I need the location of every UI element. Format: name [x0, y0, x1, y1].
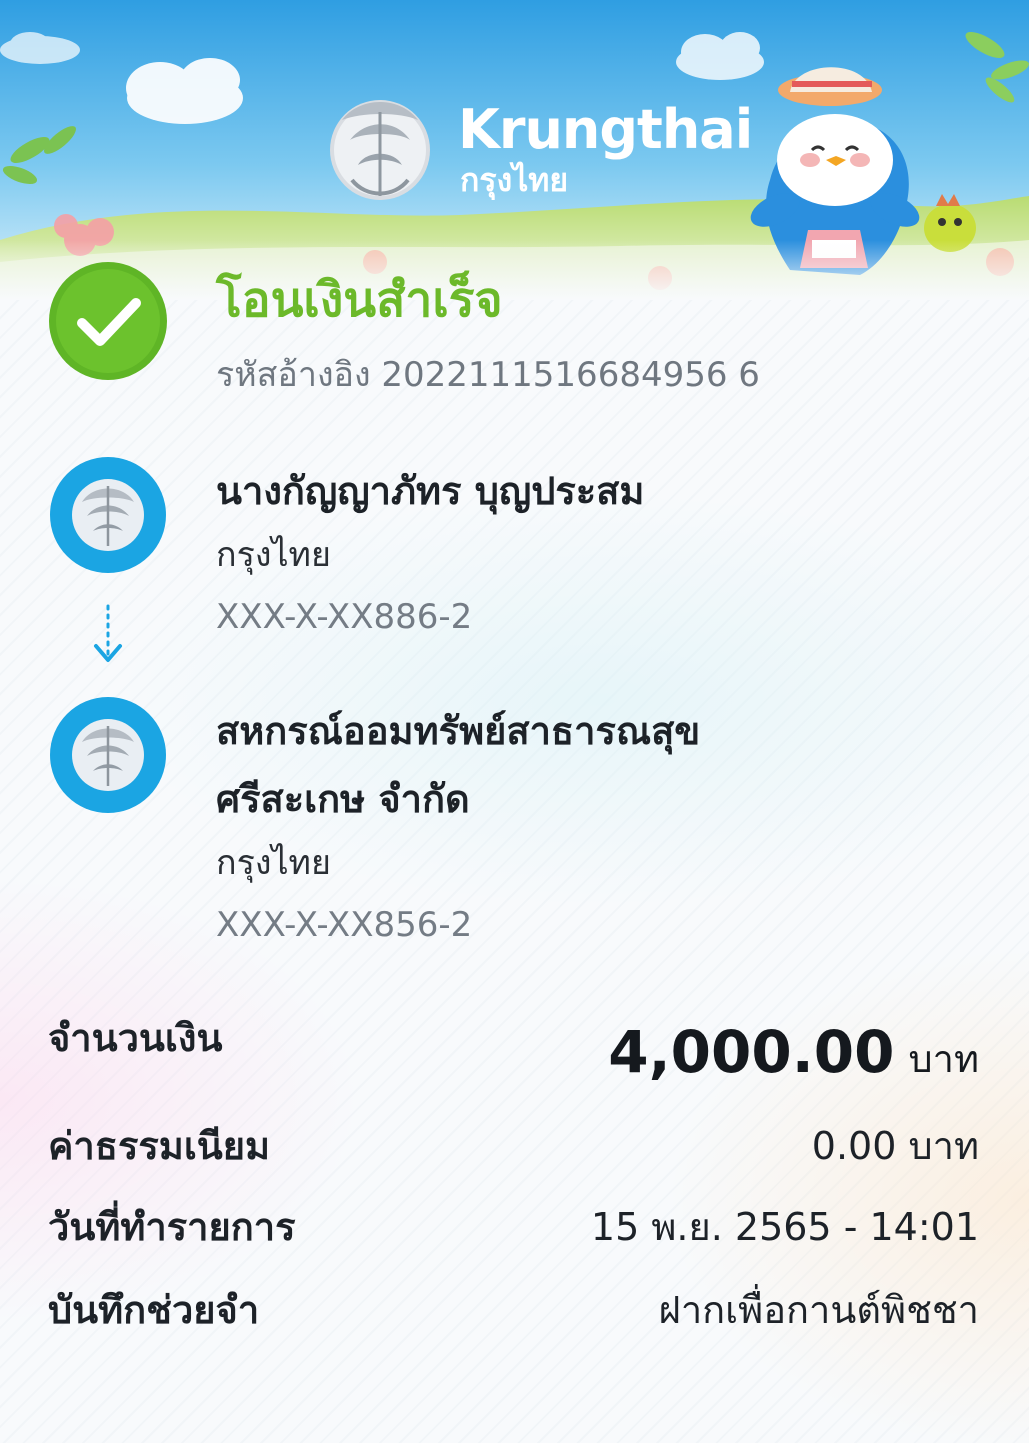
check-circle-icon [49, 262, 167, 380]
amount-unit: บาท [908, 1037, 979, 1081]
sender-bank-logo-icon [50, 457, 166, 573]
brand-name-th: กรุงไทย [460, 161, 569, 199]
date-value: 15 พ.ย. 2565 - 14:01 [590, 1205, 979, 1249]
sender-bank: กรุงไทย [216, 535, 331, 575]
sender-account: XXX-X-XX886-2 [216, 597, 473, 637]
amount-number: 4,000.00 [608, 1018, 895, 1086]
memo-value: ฝากเพื่อกานต์พิชชา [658, 1288, 979, 1332]
reference-number: 2022111516684956 6 [381, 355, 760, 395]
receiver-bank: กรุงไทย [216, 843, 331, 883]
receiver-name-line1: สหกรณ์ออมทรัพย์สาธารณสุข [216, 709, 701, 753]
sender-name: นางกัญญาภัทร บุญประสม [216, 469, 645, 513]
amount-value: 4,000.00 บาท [608, 1014, 979, 1097]
receiver-bank-logo-icon [50, 697, 166, 813]
fee-label: ค่าธรรมเนียม [48, 1124, 271, 1168]
arrow-down-icon [94, 604, 122, 662]
receiver-name-line2: ศรีสะเกษ จำกัด [216, 777, 470, 821]
brand-name-en: Krungthai [458, 98, 753, 161]
header-banner: Krungthai กรุงไทย [0, 0, 1029, 300]
reference-line: รหัสอ้างอิง 2022111516684956 6 [216, 352, 760, 398]
amount-label: จำนวนเงิน [48, 1016, 223, 1060]
transfer-slip: Krungthai กรุงไทย โอนเงินสำเร็จ รหัสอ้าง… [0, 0, 1029, 1443]
fee-value: 0.00 บาท [811, 1124, 979, 1168]
krungthai-phoenix-logo [330, 100, 430, 200]
receiver-account: XXX-X-XX856-2 [216, 905, 473, 945]
status-title: โอนเงินสำเร็จ [216, 272, 503, 328]
memo-label: บันทึกช่วยจำ [48, 1288, 260, 1332]
date-label: วันที่ทำรายการ [48, 1205, 296, 1249]
reference-label: รหัสอ้างอิง [216, 355, 371, 395]
